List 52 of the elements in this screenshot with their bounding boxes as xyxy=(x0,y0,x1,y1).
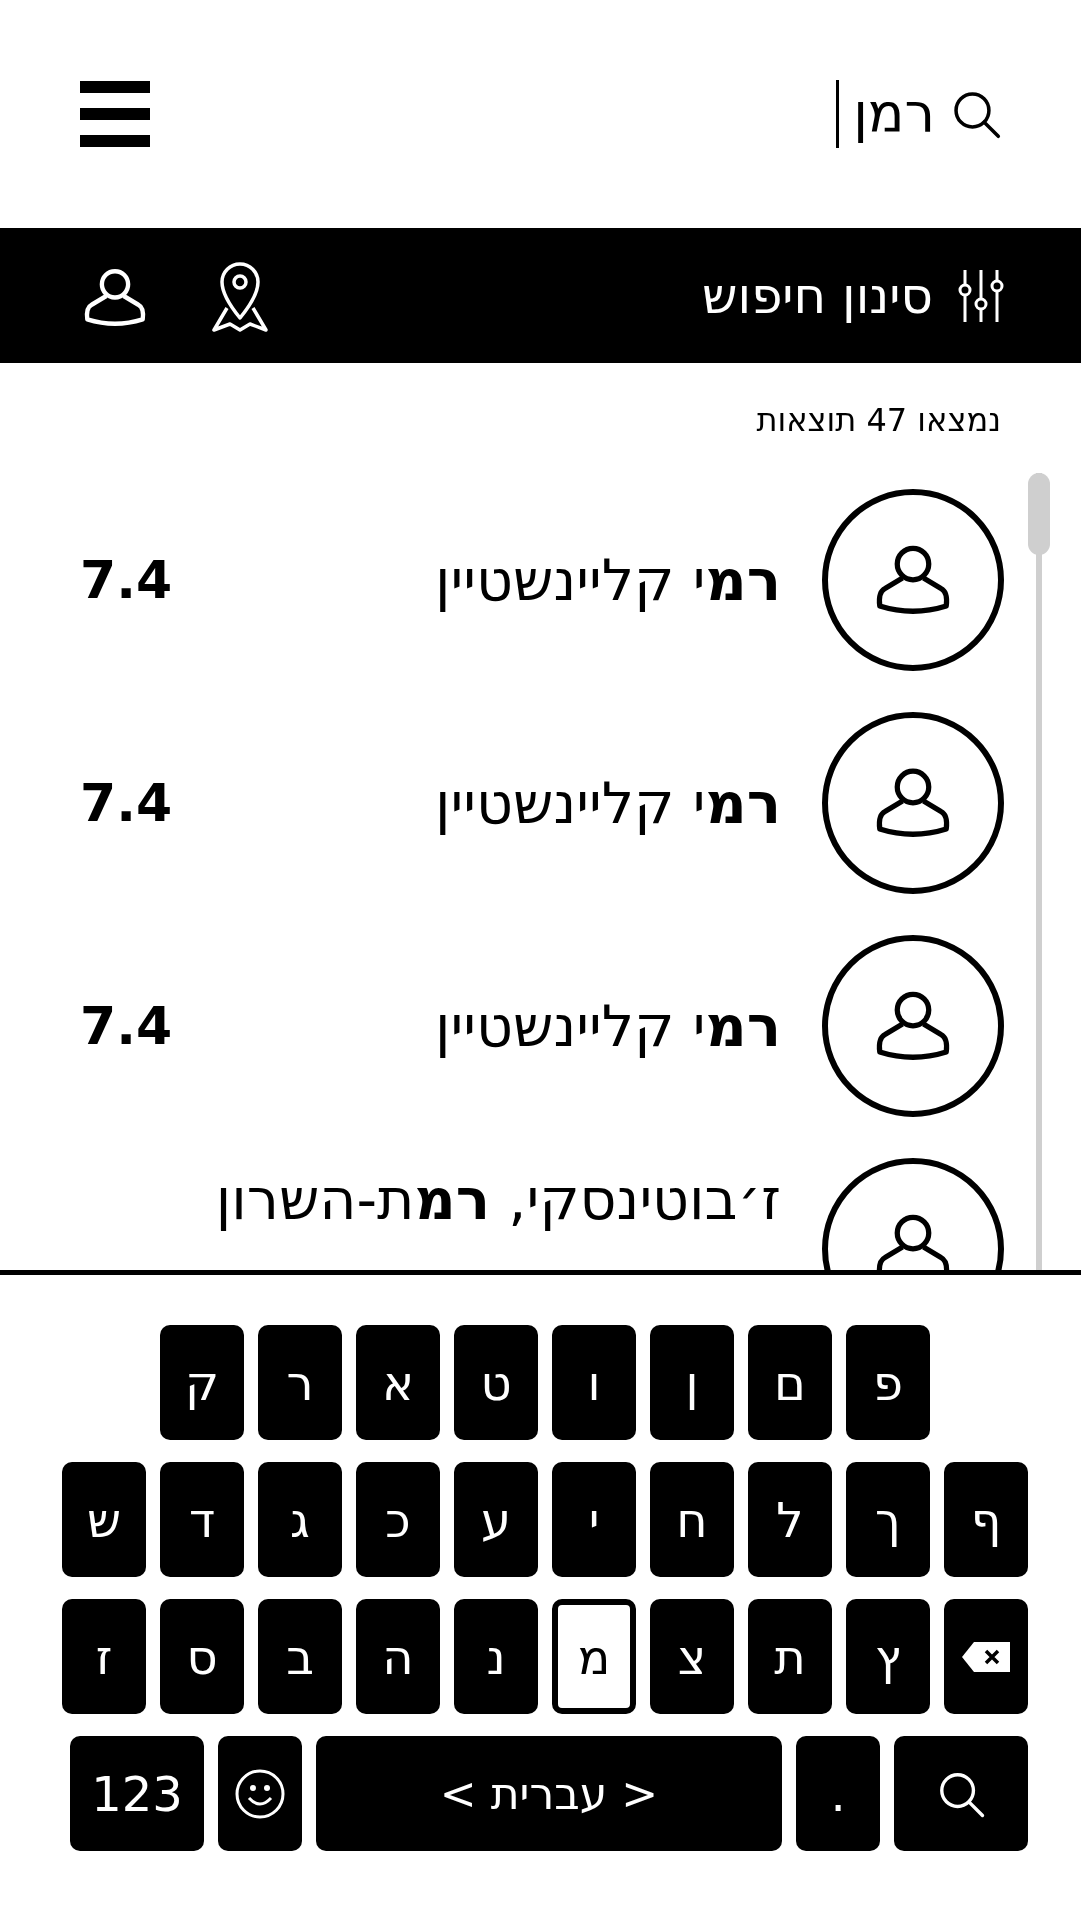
key[interactable]: א xyxy=(356,1325,440,1440)
key[interactable]: ו xyxy=(552,1325,636,1440)
search-field[interactable]: רמן xyxy=(836,80,1003,148)
key[interactable]: ע xyxy=(454,1462,538,1577)
key[interactable]: ס xyxy=(160,1599,244,1714)
key[interactable]: ה xyxy=(356,1599,440,1714)
key[interactable]: פ xyxy=(846,1325,930,1440)
key[interactable]: 123 xyxy=(70,1736,204,1851)
backspace-key[interactable] xyxy=(944,1599,1028,1714)
sliders-icon xyxy=(957,267,1005,324)
key[interactable]: ז xyxy=(62,1599,146,1714)
key[interactable]: ל xyxy=(748,1462,832,1577)
result-score: 7.4 xyxy=(80,549,173,610)
key[interactable]: נ xyxy=(454,1599,538,1714)
key[interactable]: מ xyxy=(552,1599,636,1714)
result-row[interactable]: ז׳בוטינסקי, רמת-השרון xyxy=(80,1137,1005,1270)
result-title: רמי קליינשטיין xyxy=(434,546,781,613)
key[interactable]: ח xyxy=(650,1462,734,1577)
key[interactable]: ת xyxy=(748,1599,832,1714)
backspace-icon xyxy=(962,1641,1010,1672)
result-score: 7.4 xyxy=(80,772,173,833)
key[interactable]: . xyxy=(796,1736,880,1851)
key[interactable]: ב xyxy=(258,1599,342,1714)
key[interactable]: צ xyxy=(650,1599,734,1714)
key[interactable]: ר xyxy=(258,1325,342,1440)
key[interactable]: ט xyxy=(454,1325,538,1440)
key[interactable]: כ xyxy=(356,1462,440,1577)
key[interactable]: ד xyxy=(160,1462,244,1577)
emoji-key[interactable] xyxy=(218,1736,302,1851)
space-key[interactable]: < עברית > xyxy=(316,1736,782,1851)
avatar-icon xyxy=(821,710,1005,895)
key[interactable]: ק xyxy=(160,1325,244,1440)
key[interactable]: ך xyxy=(846,1462,930,1577)
key[interactable]: ץ xyxy=(846,1599,930,1714)
key[interactable]: ם xyxy=(748,1325,832,1440)
scroll-thumb[interactable] xyxy=(1028,473,1050,555)
smiley-icon xyxy=(234,1767,286,1820)
result-title: רמי קליינשטיין xyxy=(434,992,781,1059)
result-count: נמצאו 47 תוצאות xyxy=(755,400,1002,441)
key[interactable]: ן xyxy=(650,1325,734,1440)
key[interactable]: ף xyxy=(944,1462,1028,1577)
key[interactable]: ג xyxy=(258,1462,342,1577)
filter-button[interactable]: סינון חיפוש xyxy=(702,266,1005,325)
search-key[interactable] xyxy=(894,1736,1028,1851)
result-score: 7.4 xyxy=(80,995,173,1056)
result-title: רמי קליינשטיין xyxy=(434,769,781,836)
avatar-icon xyxy=(821,487,1005,672)
menu-icon[interactable] xyxy=(80,79,150,149)
avatar-icon xyxy=(821,933,1005,1118)
key[interactable]: י xyxy=(552,1462,636,1577)
key[interactable]: ש xyxy=(62,1462,146,1577)
result-title: ז׳בוטינסקי, רמת-השרון xyxy=(214,1165,781,1232)
